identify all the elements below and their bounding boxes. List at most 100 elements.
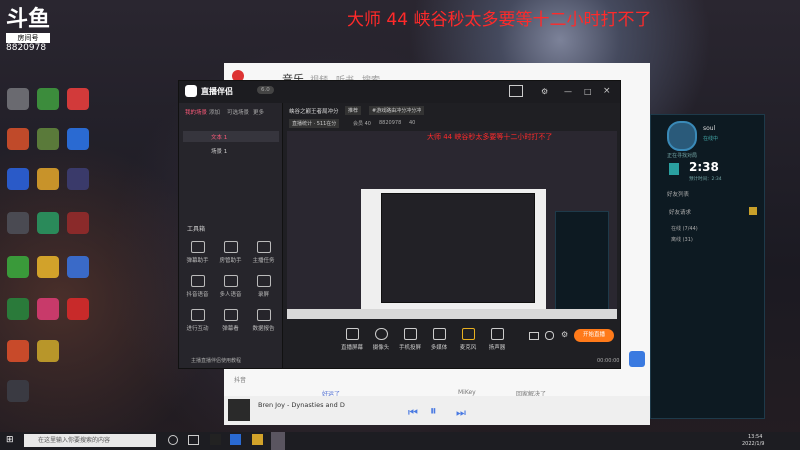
- desktop-icon[interactable]: [7, 212, 29, 234]
- control-camera[interactable]: 摄像头: [366, 328, 396, 351]
- user-status: 在线中: [703, 136, 719, 142]
- taskbar-app-icon[interactable]: [210, 434, 221, 445]
- taskbar-app-icon[interactable]: [252, 434, 263, 445]
- live-stats: 直播统计 · 511在分: [289, 119, 340, 128]
- desktop-icon[interactable]: [7, 168, 29, 190]
- tool-danmaku[interactable]: 弹幕助手: [181, 241, 214, 264]
- phone-cast-icon: [403, 328, 417, 340]
- douyu-watermark: 斗鱼 房间号 8820978: [6, 8, 56, 58]
- search-input[interactable]: 在这里输入你要搜索的内容: [24, 434, 156, 447]
- tab-available-scenes[interactable]: 可选场景: [227, 108, 249, 116]
- desktop-icon[interactable]: [37, 212, 59, 234]
- taskbar: ⊞ 在这里输入你要搜索的内容 13:54 2022/1/9: [0, 432, 800, 450]
- pause-button[interactable]: ⏸: [430, 404, 437, 419]
- preview-overlay-title: 大师 44 峡谷秒太多要等十二小时打不了: [427, 133, 553, 141]
- desktop-icon[interactable]: [67, 298, 89, 320]
- multi-voice-icon: [223, 275, 238, 287]
- friend-request-badge[interactable]: [749, 207, 757, 215]
- control-phone-cast[interactable]: 手机投屏: [395, 328, 425, 351]
- avatar[interactable]: [667, 121, 697, 151]
- scene-item[interactable]: 场景 1: [183, 145, 279, 156]
- tutorial-link[interactable]: 主播直播伴侣使用教程: [191, 357, 241, 364]
- music-side-button[interactable]: [629, 351, 645, 367]
- maximize-icon[interactable]: □: [584, 87, 592, 96]
- desktop-icon[interactable]: [67, 128, 89, 150]
- windows-start-icon[interactable]: ⊞: [6, 435, 16, 445]
- desktop-icon[interactable]: [7, 340, 29, 362]
- gear-icon[interactable]: ⚙: [561, 330, 568, 339]
- voice-icon: [190, 275, 205, 287]
- stream-preview: 大师 44 峡谷秒太多要等十二小时打不了: [287, 131, 617, 319]
- control-media[interactable]: 多媒体: [424, 328, 454, 351]
- game-client-window[interactable]: soul 在线中 正在寻找对局 2:38 预计时间：2:34 好友列表 好友请求…: [650, 114, 765, 419]
- desktop-icon[interactable]: [7, 88, 29, 110]
- tag-topic[interactable]: #游戏路由冲分冲分冲: [369, 106, 425, 115]
- control-microphone[interactable]: 麦克风: [453, 328, 483, 351]
- prev-track-button[interactable]: ⏮: [408, 406, 418, 420]
- now-playing-title: Bren Joy - Dynasties and D: [258, 401, 345, 409]
- music-artist: MiKey: [458, 389, 476, 396]
- tool-voice[interactable]: 抖音语音: [181, 275, 214, 298]
- desktop-icon[interactable]: [7, 380, 29, 402]
- cortana-icon[interactable]: [168, 435, 178, 445]
- music-row[interactable]: 抖音: [234, 375, 246, 384]
- minimize-icon[interactable]: —: [564, 87, 572, 96]
- room-number: 8820978: [6, 43, 47, 53]
- scene-item[interactable]: 文本 1: [183, 131, 279, 142]
- clock-time: 13:54: [748, 434, 763, 440]
- danmaku-icon: [190, 241, 205, 253]
- next-track-button[interactable]: ⏭: [456, 406, 466, 420]
- desktop-icon[interactable]: [37, 168, 59, 190]
- room-label: 房间号: [6, 33, 50, 43]
- desktop-icon[interactable]: [7, 298, 29, 320]
- tool-multi-voice[interactable]: 多人语音: [214, 275, 247, 298]
- likes-count: 40: [409, 120, 416, 126]
- desktop-icon[interactable]: [7, 256, 29, 278]
- group-offline[interactable]: 离线 (31): [671, 236, 693, 243]
- taskbar-app-icon-active[interactable]: [271, 432, 285, 450]
- stream-companion-window[interactable]: 直播伴侣 6.0 ⚙ — □ × 我的场景 添加 可选场景 更多 文本 1 场景…: [178, 80, 621, 369]
- desktop-icon[interactable]: [37, 256, 59, 278]
- queue-estimate: 预计时间：2:34: [689, 177, 722, 182]
- desktop-icon[interactable]: [37, 88, 59, 110]
- room-title[interactable]: 峡谷之巅王者局冲分: [289, 107, 339, 115]
- tab-more[interactable]: 更多: [253, 108, 264, 116]
- interact-icon: [190, 309, 205, 321]
- control-screen[interactable]: 直播屏幕: [337, 328, 367, 351]
- clock-date: 2022/1/9: [742, 441, 765, 447]
- desktop-icon[interactable]: [67, 168, 89, 190]
- screenshot-icon[interactable]: [509, 85, 523, 97]
- close-icon[interactable]: ×: [603, 86, 611, 96]
- preview-eye-icon[interactable]: [545, 331, 554, 340]
- desktop-icon[interactable]: [7, 128, 29, 150]
- live-timer: 00:00:00: [597, 358, 620, 364]
- desktop-icon[interactable]: [67, 256, 89, 278]
- nested-stream-preview: [381, 193, 535, 303]
- settings-icon[interactable]: ⚙: [541, 87, 548, 96]
- window-icon[interactable]: [529, 332, 539, 340]
- desktop-icon[interactable]: [37, 298, 59, 320]
- task-view-icon[interactable]: [188, 435, 199, 445]
- desktop-icon[interactable]: [67, 212, 89, 234]
- tag-recommend[interactable]: 推荐: [345, 106, 362, 115]
- media-icon: [432, 328, 446, 340]
- tasks-icon: [256, 241, 271, 253]
- tool-data-report[interactable]: 数据报告: [247, 309, 280, 332]
- tool-room-manager[interactable]: 房管助手: [214, 241, 247, 264]
- camera-icon: [374, 328, 388, 340]
- tool-danmaku-view[interactable]: 弹幕看: [214, 309, 247, 332]
- tab-my-scenes[interactable]: 我的场景: [185, 108, 207, 116]
- desktop-icon[interactable]: [37, 128, 59, 150]
- desktop-icon[interactable]: [37, 340, 59, 362]
- start-live-button[interactable]: 开始直播: [574, 329, 614, 342]
- taskbar-app-icon[interactable]: [230, 434, 241, 445]
- speaker-icon: [490, 328, 504, 340]
- tool-record[interactable]: 录屏: [247, 275, 280, 298]
- tool-tasks[interactable]: 主播任务: [247, 241, 280, 264]
- fans-count: 会员 40: [353, 121, 371, 127]
- desktop-icon[interactable]: [67, 88, 89, 110]
- control-speaker[interactable]: 扬声器: [482, 328, 512, 351]
- tool-interact[interactable]: 进行互动: [181, 309, 214, 332]
- tab-add[interactable]: 添加: [209, 108, 220, 116]
- group-online[interactable]: 在线 (7/44): [671, 225, 698, 232]
